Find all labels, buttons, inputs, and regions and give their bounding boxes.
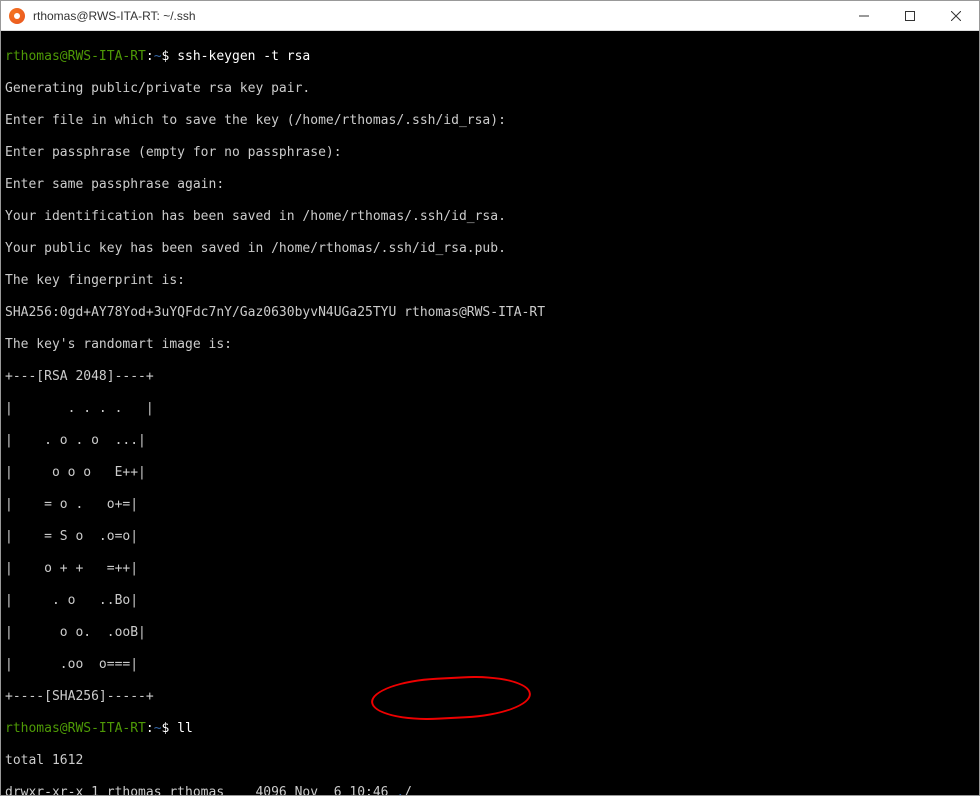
maximize-button[interactable] [887, 1, 933, 31]
randomart-line: | .oo o===| [5, 657, 975, 673]
prompt-line: rthomas@RWS-ITA-RT:~$ ll [5, 721, 975, 737]
close-icon [951, 11, 961, 21]
output-line: Enter passphrase (empty for no passphras… [5, 145, 975, 161]
prompt-user: rthomas@RWS-ITA-RT [5, 49, 146, 64]
minimize-icon [859, 11, 869, 21]
command-text: ssh-keygen -t rsa [177, 49, 310, 64]
list-item: drwxr-xr-x 1 rthomas rthomas 4096 Nov 6 … [5, 785, 975, 795]
output-line: SHA256:0gd+AY78Yod+3uYQFdc7nY/Gaz0630byv… [5, 305, 975, 321]
randomart-line: | o o o E++| [5, 465, 975, 481]
randomart-line: | o o. .ooB| [5, 625, 975, 641]
output-line: The key's randomart image is: [5, 337, 975, 353]
randomart-line: +----[SHA256]-----+ [5, 689, 975, 705]
randomart-line: | . o ..Bo| [5, 593, 975, 609]
output-line: Your identification has been saved in /h… [5, 209, 975, 225]
close-button[interactable] [933, 1, 979, 31]
window-title: rthomas@RWS-ITA-RT: ~/.ssh [33, 9, 841, 23]
output-line: The key fingerprint is: [5, 273, 975, 289]
terminal-window: rthomas@RWS-ITA-RT: ~/.ssh rthomas@RWS-I… [0, 0, 980, 796]
window-controls [841, 1, 979, 31]
output-line: Enter file in which to save the key (/ho… [5, 113, 975, 129]
randomart-line: | o + + =++| [5, 561, 975, 577]
terminal-body[interactable]: rthomas@RWS-ITA-RT:~$ ssh-keygen -t rsa … [1, 31, 979, 795]
titlebar[interactable]: rthomas@RWS-ITA-RT: ~/.ssh [1, 1, 979, 31]
command-text: ll [177, 721, 193, 736]
minimize-button[interactable] [841, 1, 887, 31]
output-line: Your public key has been saved in /home/… [5, 241, 975, 257]
randomart-line: | . . . . | [5, 401, 975, 417]
ubuntu-icon [9, 8, 25, 24]
prompt-line: rthomas@RWS-ITA-RT:~$ ssh-keygen -t rsa [5, 49, 975, 65]
output-line: Generating public/private rsa key pair. [5, 81, 975, 97]
maximize-icon [905, 11, 915, 21]
output-line: total 1612 [5, 753, 975, 769]
output-line: Enter same passphrase again: [5, 177, 975, 193]
randomart-line: | . o . o ...| [5, 433, 975, 449]
randomart-line: +---[RSA 2048]----+ [5, 369, 975, 385]
randomart-line: | = o . o+=| [5, 497, 975, 513]
prompt-path: ~ [154, 49, 162, 64]
randomart-line: | = S o .o=o| [5, 529, 975, 545]
